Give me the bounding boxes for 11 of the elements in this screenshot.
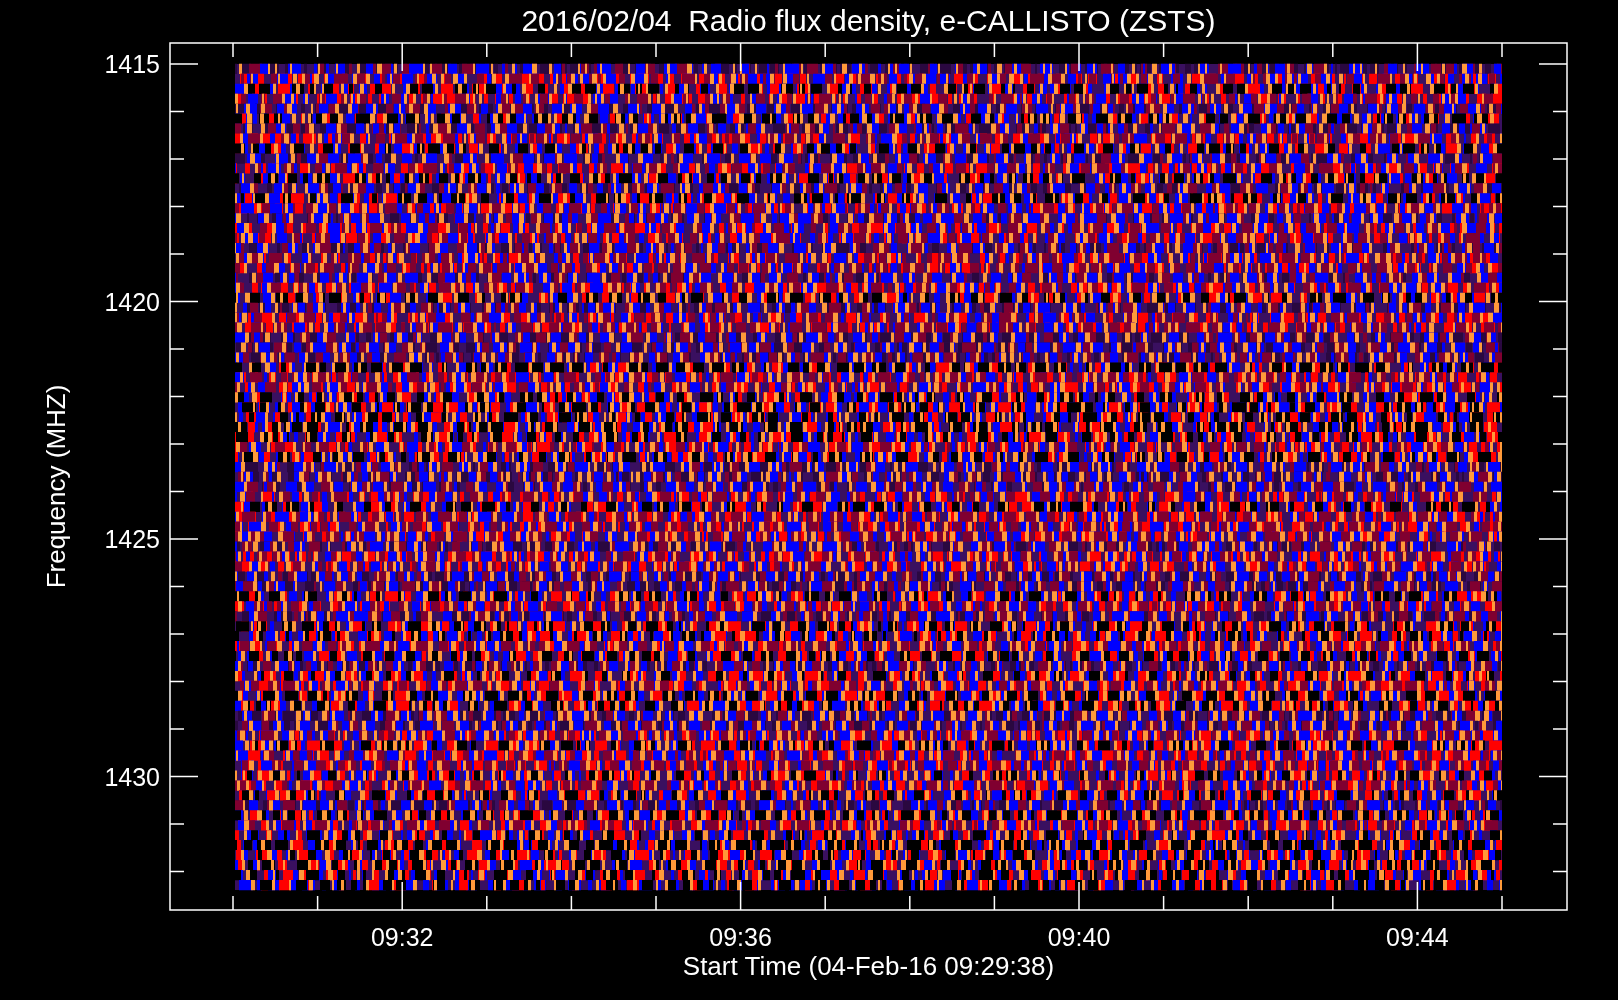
tick-label: 09:36 <box>709 923 772 951</box>
tick-label: 09:40 <box>1047 923 1111 951</box>
chart-title: 2016/02/04 Radio flux density, e-CALLISTO (ZSTS) <box>521 4 1216 37</box>
axis-label: Frequency (MHZ) <box>41 384 71 589</box>
tick-label: 09:32 <box>370 923 434 951</box>
axis-label: Start Time (04-Feb-16 09:29:38) <box>682 951 1055 981</box>
tick-label: 1430 <box>104 762 160 791</box>
tick-label: 1425 <box>104 525 160 553</box>
tick-label: 1420 <box>104 287 160 316</box>
tick-label: 1415 <box>104 50 160 78</box>
tick-label: 09:44 <box>1386 923 1449 951</box>
